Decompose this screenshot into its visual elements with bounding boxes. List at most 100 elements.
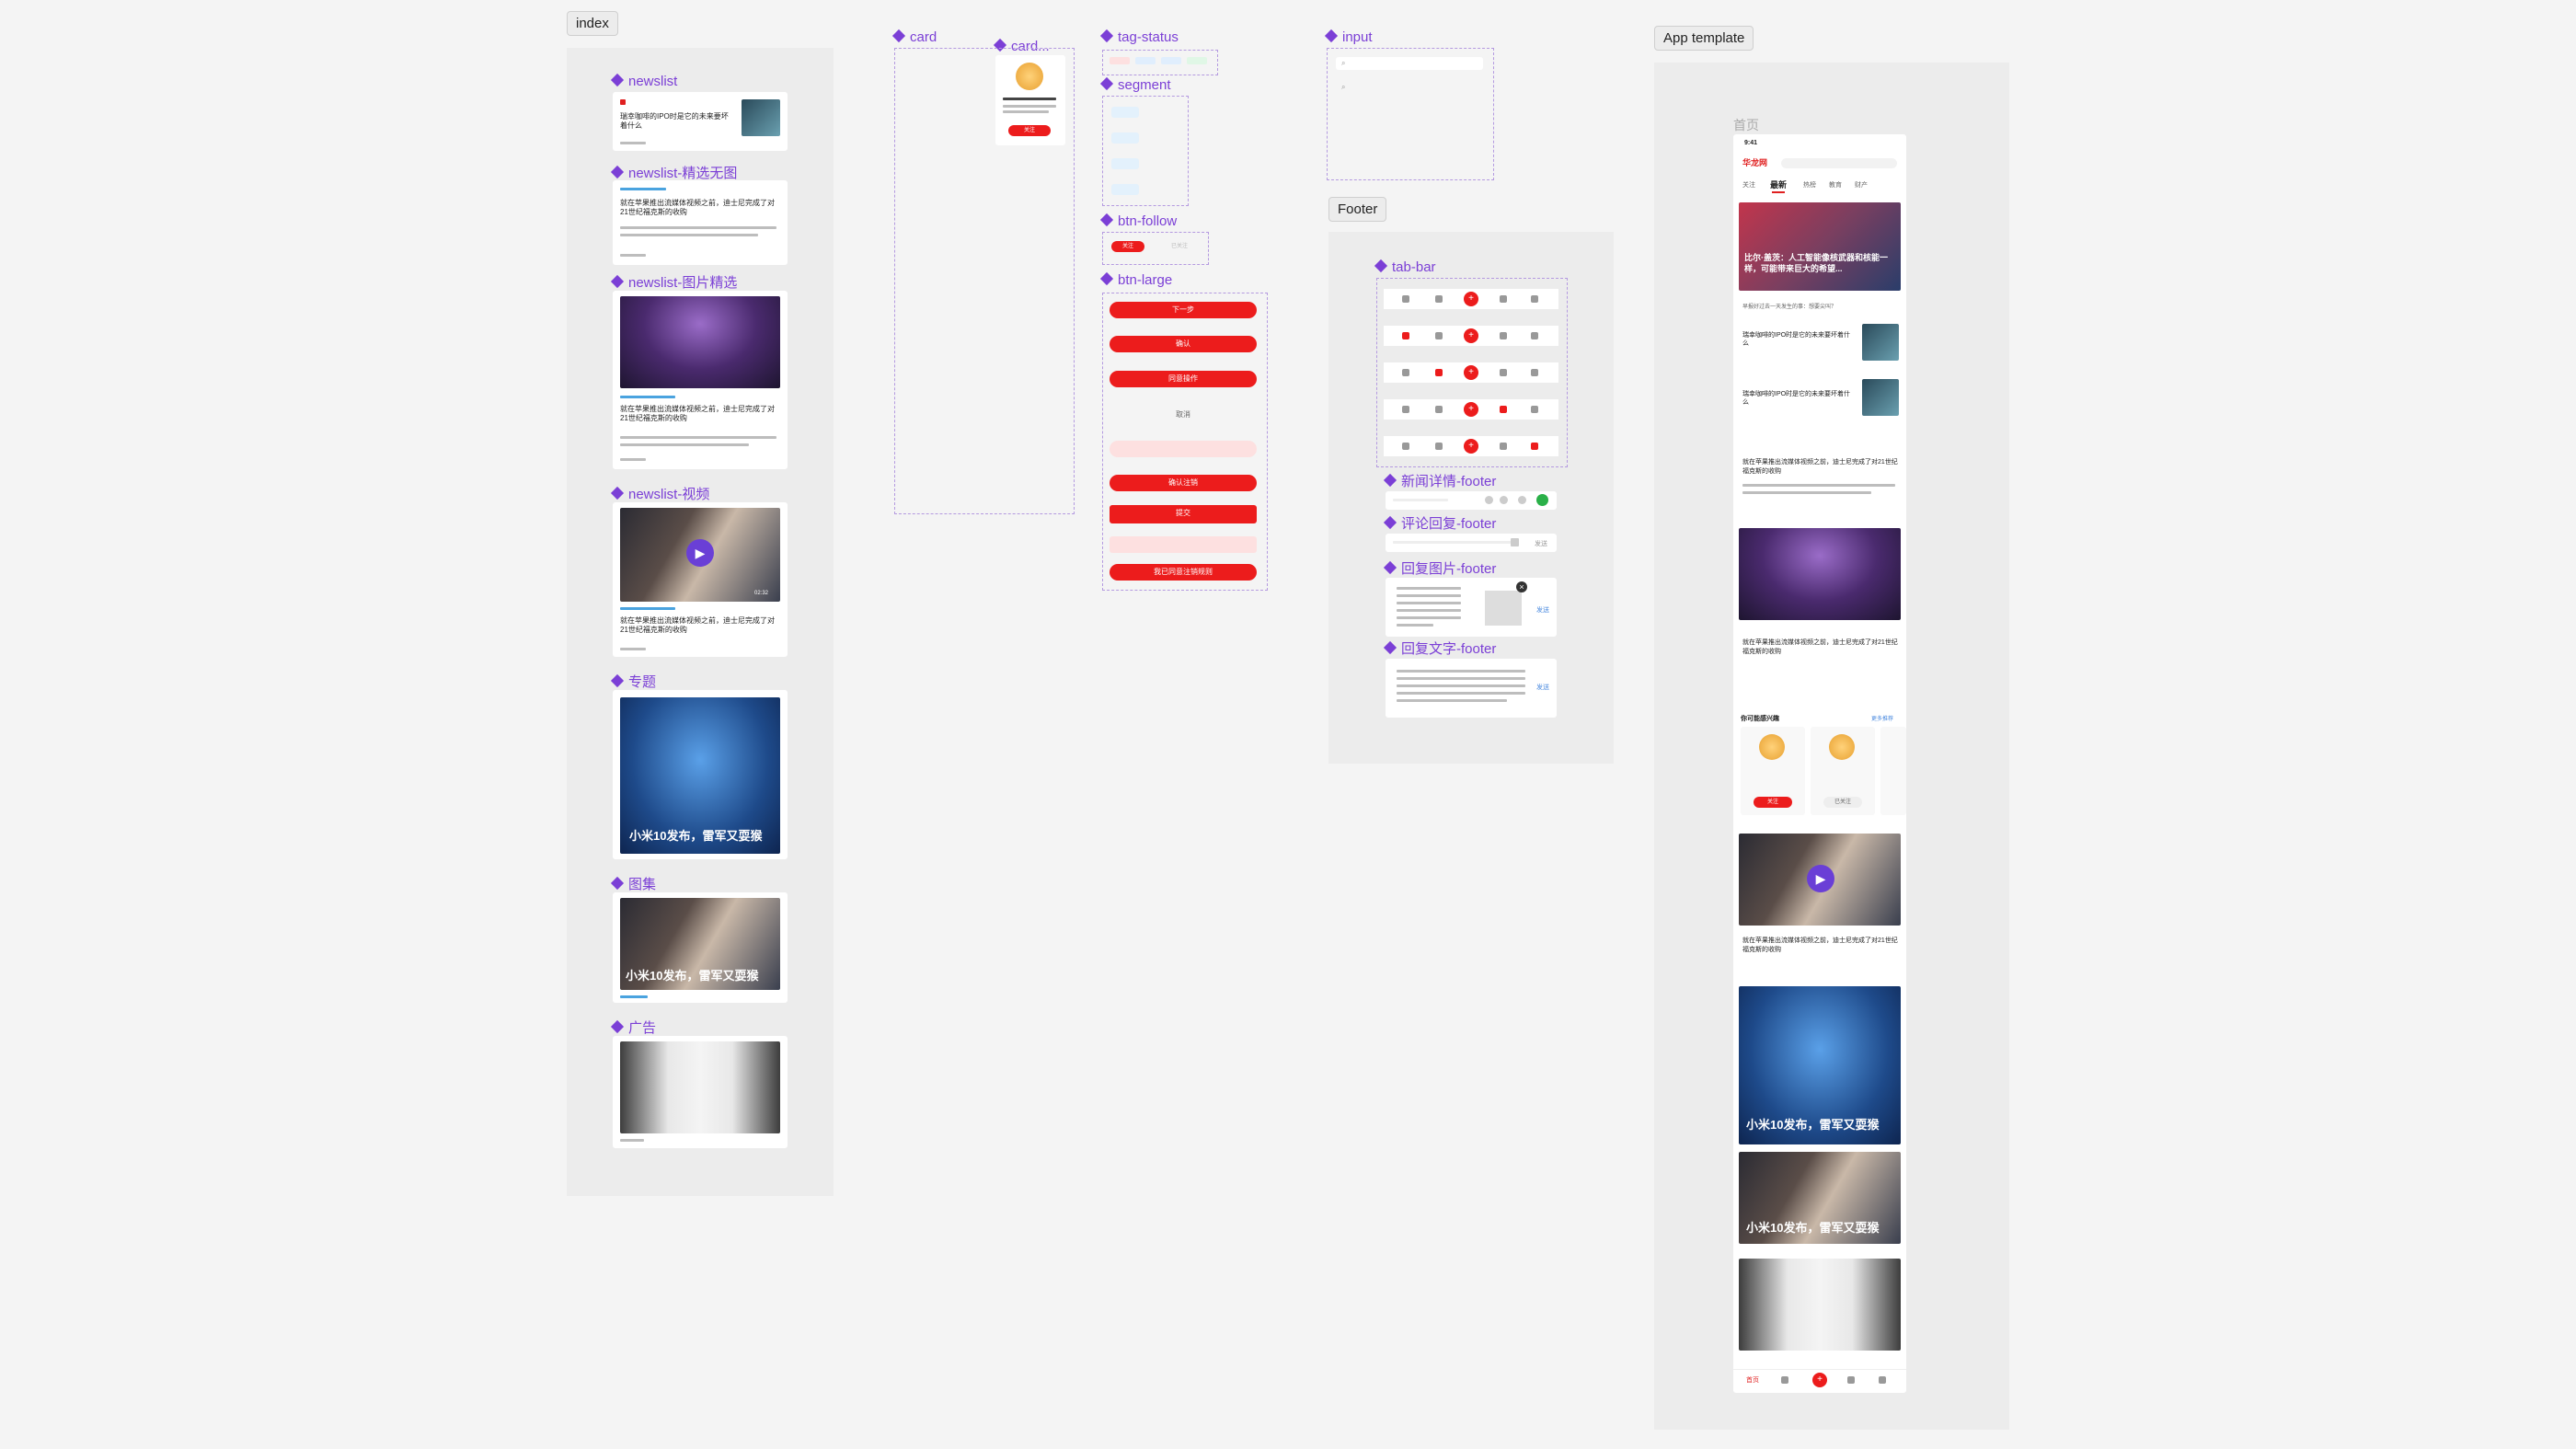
newslist-image-card[interactable]: 就在苹果推出流媒体视频之前，迪士尼完成了对21世纪福克斯的收购	[613, 291, 788, 469]
profile-icon[interactable]	[1531, 332, 1538, 339]
news-headline[interactable]: 瑞幸咖啡的IPO时是它的未来要坏着什么	[1742, 390, 1851, 407]
plus-icon[interactable]: +	[1464, 439, 1478, 454]
component-title-newslist-image[interactable]: newslist-图片精选	[610, 272, 737, 292]
news-headline[interactable]: 就在苹果推出流媒体视频之前，迪士尼完成了对21世纪福克斯的收购	[1742, 458, 1899, 477]
recommend-more[interactable]: 更多推荐	[1871, 714, 1893, 722]
segment-item-active[interactable]	[1111, 158, 1139, 169]
plus-icon[interactable]: +	[1464, 365, 1478, 380]
agree-button[interactable]: 同意操作	[1110, 371, 1257, 387]
segment-item-active[interactable]	[1111, 184, 1139, 195]
component-title-btn-follow[interactable]: btn-follow	[1099, 213, 1177, 229]
segment-item[interactable]	[1150, 132, 1178, 144]
component-title-gallery[interactable]: 图集	[610, 874, 656, 893]
confirm-logout-button[interactable]: 确认注销	[1110, 475, 1257, 491]
segment-item[interactable]	[1150, 107, 1178, 118]
segment-item[interactable]	[1150, 184, 1178, 195]
topic-card[interactable]: 小米10发布，雷军又耍猴	[613, 690, 788, 859]
ad-card[interactable]	[613, 1036, 788, 1148]
component-title-ad[interactable]: 广告	[610, 1018, 656, 1037]
video-icon[interactable]	[1781, 1376, 1788, 1384]
like-icon[interactable]	[1500, 496, 1508, 504]
component-title-reply-text-footer[interactable]: 回复文字-footer	[1383, 638, 1496, 658]
text-input[interactable]	[1336, 144, 1483, 164]
news-image[interactable]	[1739, 528, 1901, 620]
profile-icon[interactable]	[1531, 369, 1538, 376]
gallery-card[interactable]: 小米10发布，雷军又耍猴	[613, 892, 788, 1003]
profile-icon[interactable]	[1531, 406, 1538, 413]
plus-icon[interactable]: +	[1464, 328, 1478, 343]
video-icon[interactable]	[1435, 369, 1443, 376]
home-icon[interactable]	[1402, 369, 1409, 376]
tab-follow[interactable]: 关注	[1742, 180, 1755, 190]
search-input[interactable]: ⌕	[1336, 57, 1483, 70]
discover-icon[interactable]	[1500, 295, 1507, 303]
newslist-card[interactable]: 瑞幸咖啡的IPO时是它的未来要坏着什么	[613, 92, 788, 151]
news-headline[interactable]: 就在苹果推出流媒体视频之前，迪士尼完成了对21世纪福克斯的收购	[1742, 937, 1899, 955]
component-title-tab-bar[interactable]: tab-bar	[1374, 259, 1436, 275]
tab-bar-variant[interactable]: +	[1384, 289, 1558, 309]
cancel-button[interactable]: 取消	[1110, 407, 1257, 423]
footer-frame-label[interactable]: Footer	[1328, 197, 1387, 222]
recommend-card[interactable]	[1880, 727, 1906, 815]
follow-button[interactable]: 关注	[1111, 241, 1144, 252]
next-button[interactable]: 下一步	[1110, 302, 1257, 318]
tab-finance[interactable]: 财产	[1855, 180, 1868, 190]
home-icon[interactable]	[1402, 443, 1409, 450]
profile-icon[interactable]	[1531, 295, 1538, 303]
news-detail-footer[interactable]	[1386, 491, 1557, 510]
discover-icon[interactable]	[1847, 1376, 1855, 1384]
app-template-frame-label[interactable]: App template	[1654, 26, 1754, 51]
component-title-tag-status[interactable]: tag-status	[1099, 29, 1179, 45]
component-title-card[interactable]: card	[891, 29, 937, 45]
segment-item[interactable]	[1150, 158, 1178, 169]
play-icon[interactable]: ▶	[686, 539, 714, 567]
plus-icon[interactable]: +	[1812, 1373, 1827, 1387]
hero-image[interactable]	[1739, 202, 1901, 291]
follow-button[interactable]: 关注	[1008, 125, 1051, 136]
card-user-recommend[interactable]: 关注	[995, 55, 1065, 145]
recommend-card[interactable]: 关注	[1741, 727, 1805, 815]
play-icon[interactable]: ▶	[1807, 865, 1834, 892]
text-input[interactable]	[1336, 109, 1483, 129]
home-icon[interactable]	[1402, 295, 1409, 303]
newslist-video-card[interactable]: ▶ 02:32 就在苹果推出流媒体视频之前，迪士尼完成了对21世纪福克斯的收购	[613, 502, 788, 657]
submit-button[interactable]: 提交	[1110, 505, 1257, 523]
plus-icon[interactable]: +	[1464, 402, 1478, 417]
ad-image[interactable]	[1739, 1259, 1901, 1351]
wechat-icon[interactable]	[1536, 494, 1548, 506]
home-icon[interactable]	[1402, 406, 1409, 413]
comment-icon[interactable]	[1485, 496, 1493, 504]
comment-input[interactable]	[1393, 541, 1512, 544]
follow-button[interactable]: 关注	[1754, 797, 1792, 808]
home-icon[interactable]	[1402, 332, 1409, 339]
share-icon[interactable]	[1518, 496, 1526, 504]
comment-input[interactable]	[1393, 499, 1448, 501]
discover-icon[interactable]	[1500, 332, 1507, 339]
confirm-button[interactable]: 确认	[1110, 336, 1257, 352]
tab-home[interactable]: 首页	[1746, 1375, 1759, 1385]
newslist-text-card[interactable]: 就在苹果推出流媒体视频之前，迪士尼完成了对21世纪福克斯的收购	[613, 180, 788, 265]
send-button[interactable]: 发送	[1535, 539, 1547, 548]
component-title-reply-image-footer[interactable]: 回复图片-footer	[1383, 558, 1496, 578]
video-icon[interactable]	[1435, 443, 1443, 450]
profile-icon[interactable]	[1531, 443, 1538, 450]
component-title-input[interactable]: input	[1324, 29, 1373, 45]
tab-bar-variant[interactable]: +	[1384, 362, 1558, 383]
component-title-newslist-text[interactable]: newslist-精选无图	[610, 163, 737, 182]
agree-logout-button[interactable]: 我已同意注销规则	[1110, 564, 1257, 581]
reply-text-footer[interactable]: 发送	[1386, 659, 1557, 718]
video-icon[interactable]	[1435, 332, 1443, 339]
segment-item-active[interactable]	[1111, 107, 1139, 118]
video-icon[interactable]	[1435, 295, 1443, 303]
tab-bar-variant[interactable]: +	[1384, 399, 1558, 420]
close-icon[interactable]: ×	[1516, 581, 1527, 592]
comment-reply-footer[interactable]: 发送	[1386, 534, 1557, 552]
index-frame-label[interactable]: index	[567, 11, 618, 36]
component-title-newslist[interactable]: newslist	[610, 73, 677, 89]
news-headline[interactable]: 瑞幸咖啡的IPO时是它的未来要坏着什么	[1742, 331, 1851, 348]
tab-bar-variant[interactable]: +	[1384, 436, 1558, 456]
image-icon[interactable]	[1511, 538, 1519, 546]
tab-education[interactable]: 教育	[1829, 180, 1842, 190]
recommend-card[interactable]: 已关注	[1811, 727, 1875, 815]
reply-image-footer[interactable]: × 发送	[1386, 578, 1557, 637]
